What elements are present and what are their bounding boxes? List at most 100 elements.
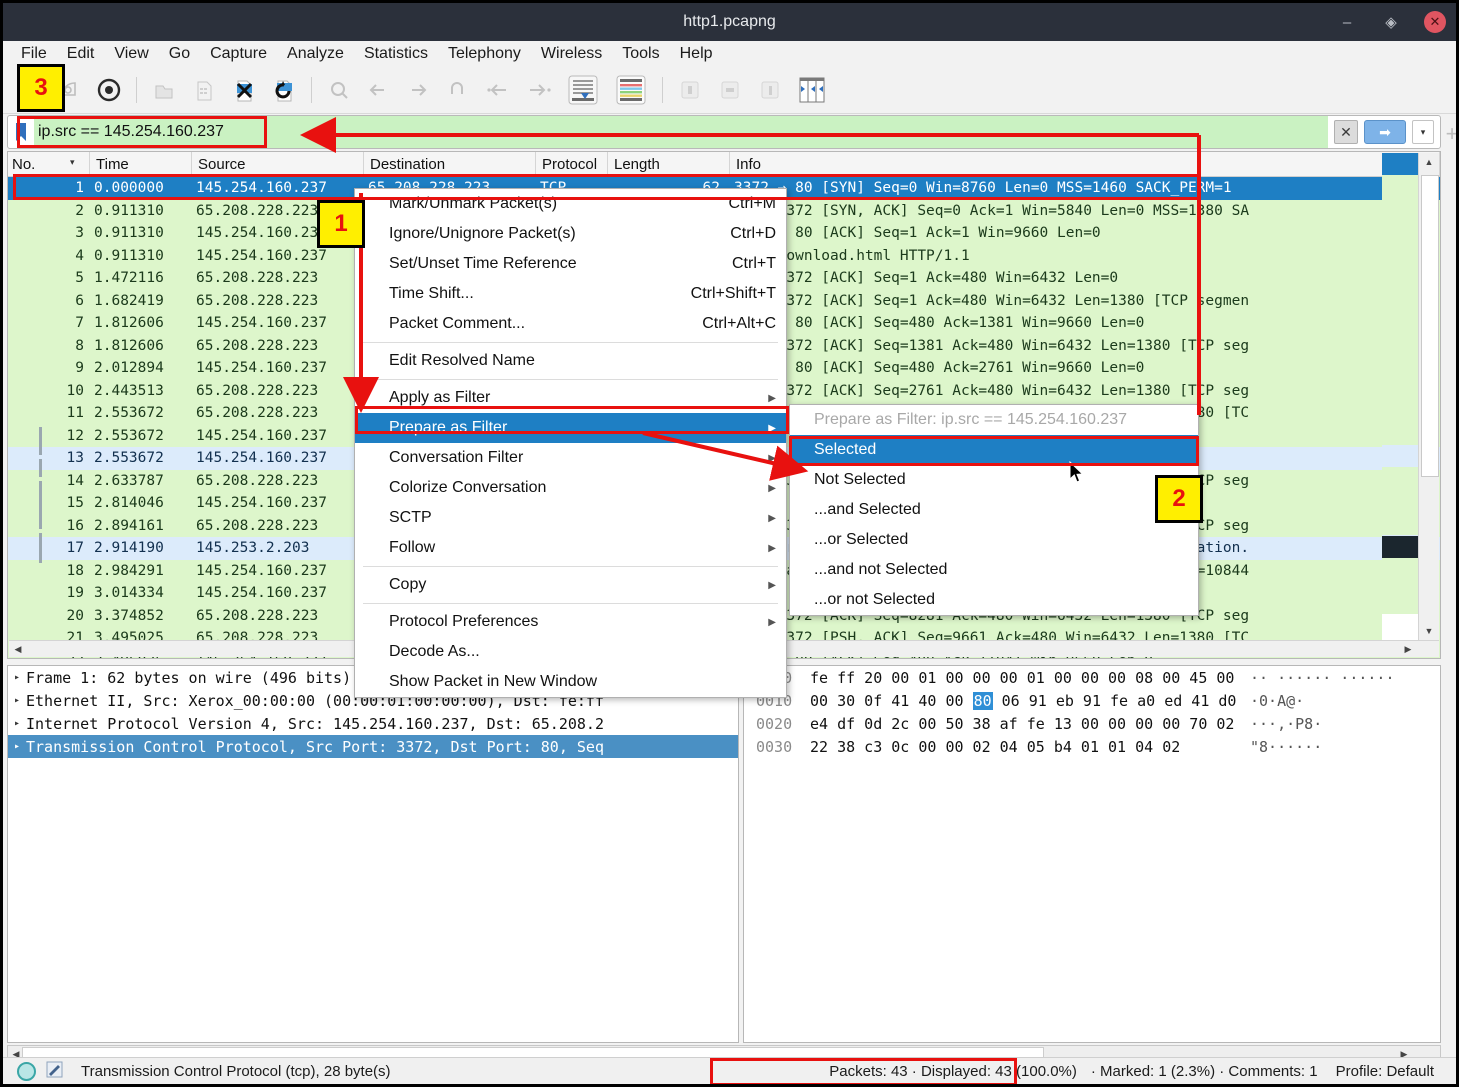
column-header-destination[interactable]: Destination <box>364 152 536 176</box>
submenu-item[interactable]: ...or Selected <box>790 525 1198 555</box>
context-menu-item-label: Conversation Filter <box>389 449 524 466</box>
column-header-time[interactable]: Time <box>90 152 192 176</box>
menu-tools[interactable]: Tools <box>612 45 669 63</box>
display-filter-input[interactable]: ip.src == 145.254.160.237 <box>34 116 1328 148</box>
context-menu-item[interactable]: Follow ▶ <box>355 533 786 563</box>
submenu-item[interactable]: ...and not Selected <box>790 555 1198 585</box>
context-menu-item[interactable]: Apply as Filter ▶ <box>355 383 786 413</box>
expert-info-icon[interactable] <box>17 1061 36 1081</box>
menu-view[interactable]: View <box>104 45 158 63</box>
submenu-item[interactable]: Not Selected <box>790 465 1198 495</box>
filter-history-dropdown-icon[interactable]: ▾ <box>1412 120 1434 144</box>
detail-row[interactable]: ▸ Internet Protocol Version 4, Src: 145.2… <box>8 712 738 735</box>
column-header-protocol[interactable]: Protocol <box>536 152 608 176</box>
column-header-length[interactable]: Length <box>608 152 730 176</box>
column-header-no[interactable]: No. ▾ <box>8 152 90 176</box>
filter-clear-icon[interactable]: ✕ <box>1334 120 1358 144</box>
menu-statistics[interactable]: Statistics <box>354 45 438 63</box>
find-packet-icon <box>321 72 357 108</box>
close-file-icon[interactable] <box>226 72 262 108</box>
expander-icon[interactable]: ▸ <box>8 695 26 706</box>
menu-edit[interactable]: Edit <box>57 45 105 63</box>
detail-row[interactable]: ▸ Transmission Control Protocol, Src Port… <box>8 735 738 758</box>
context-menu-item[interactable]: Show Packet in New Window <box>355 667 786 697</box>
packet-list-vertical-scrollbar[interactable]: ▲ ▼ <box>1418 153 1439 640</box>
context-menu-item[interactable]: Prepare as Filter ▶ <box>355 413 786 443</box>
hex-row[interactable]: 0010 00 30 0f 41 40 00 80 06 91 eb 91 fe … <box>744 689 1440 712</box>
open-file-icon <box>146 72 182 108</box>
context-menu-item[interactable]: Decode As... <box>355 637 786 667</box>
packet-no: 5 <box>75 270 84 287</box>
capture-comment-icon[interactable] <box>46 1061 63 1081</box>
packet-bytes-pane[interactable]: 0000fe ff 20 00 01 00 00 00 01 00 00 00 … <box>743 665 1441 1043</box>
context-menu-item-label: Edit Resolved Name <box>389 352 535 369</box>
submenu-item[interactable]: ...and Selected <box>790 495 1198 525</box>
packet-no: 17 <box>66 540 84 557</box>
context-menu-item[interactable]: Mark/Unmark Packet(s) Ctrl+M <box>355 189 786 219</box>
context-menu-item[interactable]: Edit Resolved Name <box>355 346 786 376</box>
menu-telephony[interactable]: Telephony <box>438 45 531 63</box>
close-button[interactable]: ✕ <box>1424 11 1446 33</box>
filter-apply-icon[interactable]: ➡ <box>1364 120 1406 144</box>
toolbar-separator <box>136 77 137 103</box>
maximize-restore-button[interactable]: ◈ <box>1380 11 1402 33</box>
packet-time: 2.553672 <box>94 427 164 444</box>
hex-row[interactable]: 0020 e4 df 0d 2c 00 50 38 af fe 13 00 00 … <box>744 712 1440 735</box>
packet-source: 145.254.160.237 <box>196 585 327 602</box>
restart-capture-icon[interactable] <box>91 72 127 108</box>
packet-time: 2.012894 <box>94 360 164 377</box>
packet-time: 2.553672 <box>94 450 164 467</box>
menu-wireless[interactable]: Wireless <box>531 45 612 63</box>
profile-label[interactable]: Profile: Default <box>1326 1063 1456 1080</box>
context-menu-item[interactable]: Conversation Filter ▶ <box>355 443 786 473</box>
packet-no: 11 <box>66 405 84 422</box>
hex-row[interactable]: 0030 22 38 c3 0c 00 00 02 04 05 b4 01 01 … <box>744 735 1440 758</box>
reload-file-icon[interactable] <box>266 72 302 108</box>
prepare-as-filter-submenu[interactable]: Prepare as Filter: ip.src == 145.254.160… <box>789 404 1199 616</box>
menu-help[interactable]: Help <box>670 45 723 63</box>
vertical-scroll-thumb[interactable] <box>1421 175 1439 477</box>
scroll-down-icon[interactable]: ▼ <box>1422 624 1436 638</box>
colorize-icon[interactable] <box>609 72 653 108</box>
minimize-button[interactable]: – <box>1336 11 1358 33</box>
context-menu-item[interactable]: Copy ▶ <box>355 570 786 600</box>
packet-time: 2.894161 <box>94 517 164 534</box>
autoscroll-icon[interactable] <box>561 72 605 108</box>
go-to-packet-icon <box>441 72 477 108</box>
menu-capture[interactable]: Capture <box>200 45 277 63</box>
packet-context-menu[interactable]: Mark/Unmark Packet(s) Ctrl+M Ignore/Unigno… <box>354 188 787 698</box>
context-menu-item[interactable]: Ignore/Unignore Packet(s) Ctrl+D <box>355 219 786 249</box>
expander-icon[interactable]: ▸ <box>8 741 26 752</box>
column-header-info[interactable]: Info <box>730 152 1440 176</box>
display-filter-bar[interactable]: ip.src == 145.254.160.237 ✕ ➡ ▾ <box>7 115 1441 149</box>
scroll-left-icon[interactable]: ◀ <box>11 642 25 656</box>
expander-icon[interactable]: ▸ <box>8 718 26 729</box>
hex-row[interactable]: 0000fe ff 20 00 01 00 00 00 01 00 00 00 … <box>744 666 1440 689</box>
context-menu-item[interactable]: SCTP ▶ <box>355 503 786 533</box>
packet-no: 10 <box>66 382 84 399</box>
packet-source: 65.208.228.223 <box>196 337 319 354</box>
menu-file[interactable]: File <box>11 45 57 63</box>
menu-go[interactable]: Go <box>159 45 200 63</box>
menu-analyze[interactable]: Analyze <box>277 45 354 63</box>
context-menu-item[interactable]: Packet Comment... Ctrl+Alt+C <box>355 309 786 339</box>
expander-icon[interactable]: ▸ <box>8 672 26 683</box>
hex-ascii: ·· ······ ······ <box>1250 668 1395 687</box>
filter-add-button[interactable]: + <box>1440 121 1456 147</box>
packet-details-pane[interactable]: ▸ Frame 1: 62 bytes on wire (496 bits), 6… <box>7 665 739 1043</box>
context-menu-item[interactable]: Set/Unset Time Reference Ctrl+T <box>355 249 786 279</box>
zoom-out-icon <box>712 72 748 108</box>
packet-no: 3 <box>75 225 84 242</box>
scroll-up-icon[interactable]: ▲ <box>1422 155 1436 169</box>
submenu-item[interactable]: ...or not Selected <box>790 585 1198 615</box>
context-menu-item[interactable]: Colorize Conversation ▶ <box>355 473 786 503</box>
context-menu-item[interactable]: Protocol Preferences ▶ <box>355 607 786 637</box>
resize-columns-icon[interactable] <box>792 72 832 108</box>
column-header-source[interactable]: Source <box>192 152 364 176</box>
submenu-item[interactable]: Selected <box>790 435 1198 465</box>
filter-bookmark-icon[interactable] <box>8 122 34 142</box>
scroll-right-icon[interactable]: ▶ <box>1401 642 1415 656</box>
packet-time: 3.374852 <box>94 607 164 624</box>
context-menu-item[interactable]: Time Shift... Ctrl+Shift+T <box>355 279 786 309</box>
context-menu-item-accelerator: Ctrl+Shift+T <box>690 285 776 302</box>
